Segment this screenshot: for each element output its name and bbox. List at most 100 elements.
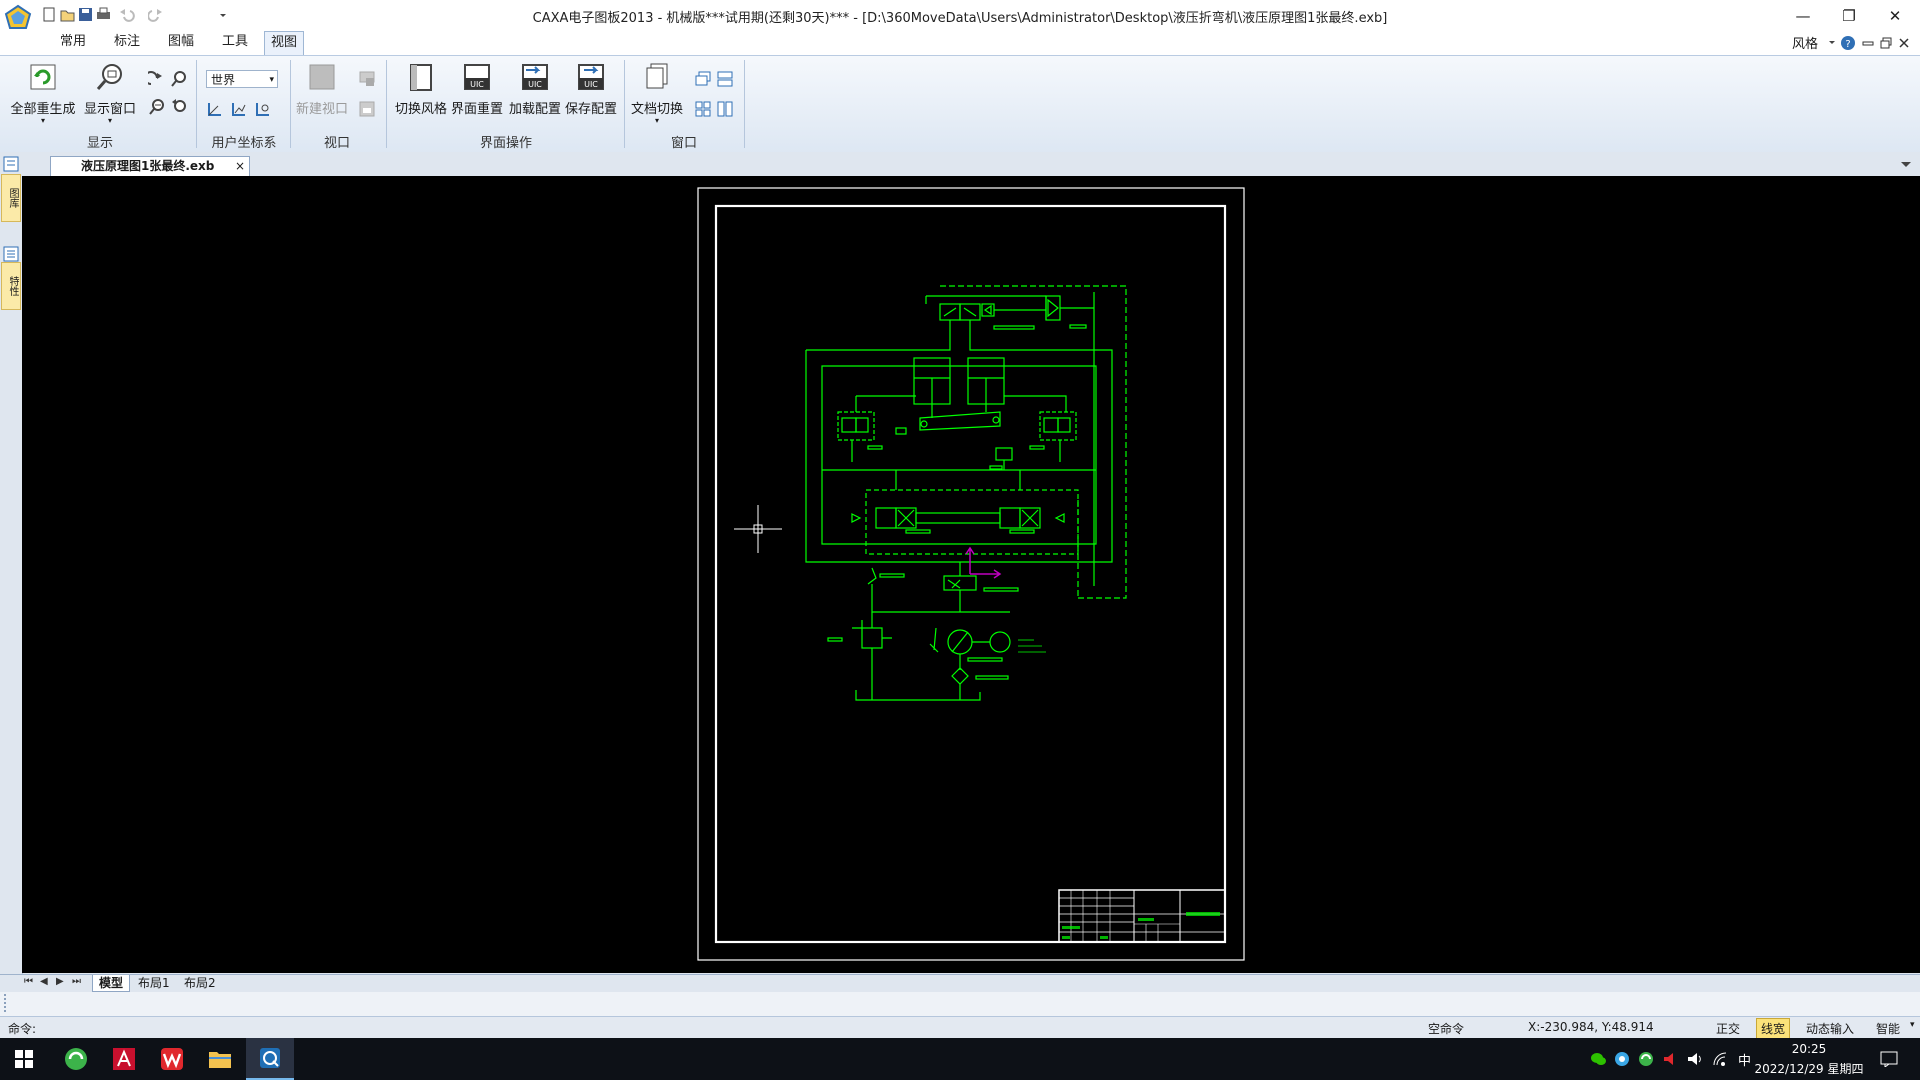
load-config-button[interactable]: UIC 加载配置: [506, 62, 564, 117]
last-layout-icon[interactable]: ⏭: [72, 976, 81, 987]
style-menu[interactable]: 风格: [1792, 33, 1818, 52]
library-panel-button[interactable]: 图库: [1, 174, 21, 222]
filter: [951, 667, 969, 685]
start-button[interactable]: [0, 1038, 48, 1080]
drawing-library-icon: [3, 156, 19, 172]
manage-ucs-icon[interactable]: [230, 100, 248, 118]
viewport-clip-icon[interactable]: [358, 100, 376, 118]
tray-alert-icon[interactable]: [1662, 1051, 1678, 1067]
drawing-canvas[interactable]: [22, 176, 1920, 973]
dynamic-pan-icon[interactable]: [148, 70, 166, 88]
save-config-button[interactable]: UIC 保存配置: [562, 62, 620, 117]
coordinate-system-value: 世界: [211, 73, 236, 87]
prev-layout-icon[interactable]: ◀: [40, 976, 48, 987]
reset-ui-icon: UIC: [464, 64, 490, 90]
save-config-label: 保存配置: [564, 102, 617, 117]
tab-sheet[interactable]: 图幅: [162, 31, 200, 53]
minimize-button[interactable]: —: [1780, 0, 1826, 31]
dynamic-input-toggle[interactable]: 动态输入: [1806, 1020, 1854, 1037]
arrange-icons-icon[interactable]: [694, 100, 712, 118]
new-viewport-button[interactable]: 新建视口: [292, 62, 352, 117]
tab-list-dropdown-icon[interactable]: [1900, 160, 1912, 170]
cascade-windows-icon[interactable]: [694, 70, 712, 88]
zoom-out-icon[interactable]: [148, 98, 166, 116]
regen-all-label: 全部重生成: [10, 102, 76, 117]
switch-style-button[interactable]: 切换风格: [392, 62, 450, 117]
command-grip[interactable]: [4, 994, 8, 1012]
taskbar-app-wps[interactable]: [148, 1038, 196, 1080]
document-tab-title: 液压原理图1张最终.exb: [81, 159, 215, 173]
ribbon-tab-bar: 常用 标注 图幅 工具 视图 风格 ?: [0, 31, 1920, 55]
tab-common[interactable]: 常用: [54, 31, 92, 53]
restore-button[interactable]: ❐: [1826, 0, 1872, 31]
first-layout-icon[interactable]: ⏮: [24, 976, 33, 987]
taskbar-app-autocad[interactable]: [100, 1038, 148, 1080]
reset-ui-button[interactable]: UIC 界面重置: [448, 62, 506, 117]
tray-360-icon[interactable]: [1614, 1051, 1630, 1067]
clock-time[interactable]: 20:25: [1754, 1042, 1864, 1056]
tab-view[interactable]: 视图: [264, 31, 305, 55]
network-icon[interactable]: [1712, 1051, 1730, 1067]
taskbar-app-caxa[interactable]: [246, 1038, 294, 1080]
doc-close-icon[interactable]: [1898, 37, 1910, 49]
clock-date[interactable]: 2022/12/29 星期四: [1754, 1060, 1864, 1077]
taskbar-app-explorer[interactable]: [196, 1038, 244, 1080]
document-tab[interactable]: 液压原理图1张最终.exb ×: [50, 156, 250, 177]
volume-icon[interactable]: [1686, 1051, 1704, 1067]
load-config-icon: UIC: [522, 64, 548, 90]
tile-vertical-icon[interactable]: [716, 100, 734, 118]
tray-security-icon[interactable]: [1638, 1051, 1654, 1067]
new-ucs-icon[interactable]: [206, 100, 224, 118]
layout-tab-model[interactable]: 模型: [92, 975, 131, 992]
separator: [744, 60, 745, 148]
ortho-toggle[interactable]: 正交: [1716, 1020, 1740, 1037]
display-group-label: 显示: [86, 136, 113, 151]
zoom-previous-icon[interactable]: [170, 98, 188, 116]
doc-switch-label: 文档切换: [630, 102, 683, 117]
layout-tab-layout2[interactable]: 布局2: [178, 975, 222, 991]
tab-tools[interactable]: 工具: [216, 31, 254, 53]
svg-text:?: ?: [1845, 39, 1850, 50]
document-tab-strip: 液压原理图1张最终.exb ×: [22, 152, 1920, 177]
properties-panel-button[interactable]: 特性: [1, 262, 21, 310]
regen-all-button[interactable]: 全部重生成 ▾: [10, 62, 76, 125]
command-state: 空命令: [1428, 1022, 1465, 1036]
reset-ui-label: 界面重置: [450, 102, 503, 117]
help-icon[interactable]: ?: [1840, 35, 1856, 51]
command-input[interactable]: [48, 1019, 1402, 1037]
lineweight-toggle[interactable]: 线宽: [1756, 1018, 1791, 1039]
dynamic-zoom-icon[interactable]: [170, 70, 188, 88]
hydraulic-schematic: [805, 285, 1127, 701]
notification-center-icon[interactable]: [1880, 1051, 1898, 1067]
taskbar-app-360[interactable]: [52, 1038, 100, 1080]
command-prompt: 命令:: [8, 1022, 37, 1036]
coordinate-system-select[interactable]: 世界 ▾: [206, 70, 278, 88]
autocad-icon: [113, 1048, 135, 1070]
status-bar: 命令: 空命令 X:-230.984, Y:48.914 正交 线宽 动态输入 …: [0, 1016, 1920, 1039]
tile-horizontal-icon[interactable]: [716, 70, 734, 88]
viewport-group-label: 视口: [323, 136, 350, 151]
crosshair-cursor: [734, 505, 782, 553]
doc-switch-button[interactable]: 文档切换 ▾: [628, 62, 686, 125]
window-group-label: 窗口: [670, 136, 697, 151]
switch-ucs-icon[interactable]: [254, 100, 272, 118]
viewport-split-icon[interactable]: [358, 70, 376, 88]
regenerate-icon: [30, 64, 56, 90]
document-tab-close[interactable]: ×: [235, 157, 245, 176]
layout-tab-bar: ⏮ ◀ ▶ ⏭ 模型 布局1 布局2: [0, 974, 1920, 993]
next-layout-icon[interactable]: ▶: [56, 976, 64, 987]
drawing-svg: [697, 187, 1245, 961]
tab-annotate[interactable]: 标注: [108, 31, 146, 53]
doc-restore-icon[interactable]: [1880, 37, 1892, 49]
doc-switch-icon: [646, 63, 668, 89]
ime-indicator[interactable]: 中: [1738, 1050, 1751, 1069]
close-button[interactable]: ✕: [1872, 0, 1918, 31]
doc-minimize-icon[interactable]: [1862, 37, 1874, 49]
smart-snap-toggle[interactable]: 智能: [1876, 1020, 1900, 1037]
layout-tab-layout1[interactable]: 布局1: [132, 975, 176, 991]
status-menu-icon[interactable]: ▾: [1910, 1020, 1915, 1030]
wechat-icon[interactable]: [1590, 1051, 1606, 1067]
show-window-button[interactable]: 显示窗口 ▾: [80, 62, 140, 125]
style-dropdown-icon[interactable]: [1828, 37, 1836, 47]
caxa-taskbar-icon: [260, 1048, 280, 1068]
